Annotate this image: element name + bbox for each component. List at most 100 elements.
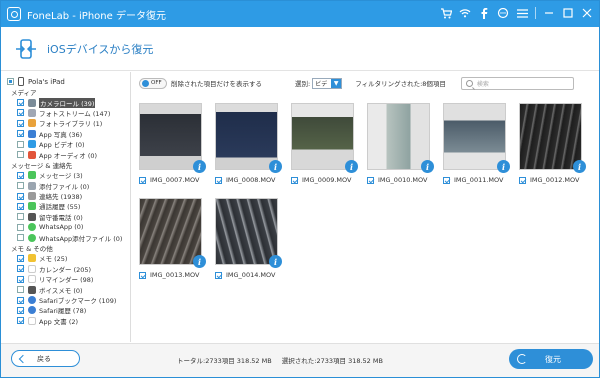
sidebar-item-label: フォトライブラリ (1) xyxy=(39,120,103,129)
sidebar-item-calendar[interactable]: カレンダー (205) xyxy=(1,264,130,274)
sidebar-item-camera-roll[interactable]: カメラロール (39) xyxy=(1,97,130,108)
sort-value: ビデ xyxy=(315,80,328,88)
info-icon[interactable]: i xyxy=(573,160,586,173)
file-checkbox[interactable] xyxy=(215,176,222,184)
sidebar-item-whatsapp[interactable]: WhatsApp (0) xyxy=(1,222,130,232)
search-input[interactable]: 検索 xyxy=(460,76,574,90)
item-checkbox[interactable] xyxy=(17,296,24,304)
video-thumbnail[interactable] xyxy=(139,198,202,265)
sidebar-item-app-audio[interactable]: App オーディオ (0) xyxy=(1,149,130,160)
group-notes-other[interactable]: メモ & その他 xyxy=(1,243,130,253)
info-icon[interactable]: i xyxy=(193,255,206,268)
video-thumbnail[interactable] xyxy=(215,103,278,170)
file-checkbox[interactable] xyxy=(367,176,374,184)
video-thumbnail[interactable] xyxy=(215,198,278,265)
info-icon[interactable]: i xyxy=(345,160,358,173)
item-checkbox[interactable] xyxy=(17,317,24,325)
sidebar-item-reminders[interactable]: リマインダー (98) xyxy=(1,274,130,284)
file-checkbox[interactable] xyxy=(519,176,526,184)
sidebar-item-call-history[interactable]: 通話履歴 (55) xyxy=(1,201,130,211)
sidebar-item-notes[interactable]: メモ (25) xyxy=(1,253,130,263)
file-checkbox[interactable] xyxy=(215,271,222,279)
sidebar-item-safari-bookmarks[interactable]: Safariブックマーク (109) xyxy=(1,295,130,305)
file-tile[interactable]: i IMG_0014.MOV xyxy=(212,195,284,283)
item-checkbox[interactable] xyxy=(17,140,24,148)
wifi-icon[interactable] xyxy=(459,6,471,20)
file-checkbox[interactable] xyxy=(443,176,450,184)
chat-icon[interactable] xyxy=(497,6,509,20)
restore-button[interactable]: 復元 xyxy=(509,349,593,369)
file-tile[interactable]: i IMG_0013.MOV xyxy=(136,195,208,283)
file-checkbox[interactable] xyxy=(139,176,146,184)
sidebar-item-app-video[interactable]: App ビデオ (0) xyxy=(1,139,130,149)
sidebar-item-photo-library[interactable]: フォトライブラリ (1) xyxy=(1,118,130,128)
item-checkbox[interactable] xyxy=(17,254,24,262)
device-row[interactable]: Pola's iPad xyxy=(1,76,130,87)
notes-icon xyxy=(28,254,36,263)
info-icon[interactable]: i xyxy=(193,160,206,173)
facebook-icon[interactable] xyxy=(478,6,490,20)
file-checkbox[interactable] xyxy=(291,176,298,184)
item-checkbox[interactable] xyxy=(17,265,24,273)
sidebar-item-voice-memos[interactable]: ボイスメモ (0) xyxy=(1,284,130,295)
cart-icon[interactable] xyxy=(440,6,452,20)
file-tile[interactable]: i IMG_0007.MOV xyxy=(136,100,208,188)
video-thumbnail[interactable] xyxy=(443,103,506,170)
info-icon[interactable]: i xyxy=(269,255,282,268)
video-thumbnail[interactable] xyxy=(519,103,582,170)
item-checkbox[interactable] xyxy=(17,192,24,200)
sidebar-item-messages[interactable]: メッセージ (3) xyxy=(1,170,130,180)
file-tile[interactable]: i IMG_0010.MOV xyxy=(364,100,436,188)
item-checkbox[interactable] xyxy=(17,99,24,107)
item-checkbox[interactable] xyxy=(17,234,24,242)
info-icon[interactable]: i xyxy=(497,160,510,173)
menu-icon[interactable] xyxy=(516,6,528,20)
item-checkbox[interactable] xyxy=(17,119,24,127)
item-checkbox[interactable] xyxy=(17,171,24,179)
sidebar-item-label: App 文書 (2) xyxy=(39,317,79,326)
item-checkbox[interactable] xyxy=(17,213,24,221)
item-checkbox[interactable] xyxy=(17,306,24,314)
file-tile[interactable]: i IMG_0011.MOV xyxy=(440,100,512,188)
file-tile[interactable]: i IMG_0009.MOV xyxy=(288,100,360,188)
call-history-icon xyxy=(28,202,36,211)
item-checkbox[interactable] xyxy=(17,109,24,117)
item-checkbox[interactable] xyxy=(17,151,24,159)
sidebar-item-label: カメラロール (39) xyxy=(39,97,96,108)
sidebar-item-label: メモ (25) xyxy=(39,255,68,264)
sidebar-item-safari-history[interactable]: Safari履歴 (78) xyxy=(1,305,130,315)
back-button[interactable]: 戻る xyxy=(11,350,80,367)
item-checkbox[interactable] xyxy=(17,130,24,138)
group-messages-contacts[interactable]: メッセージ & 連絡先 xyxy=(1,160,130,170)
close-icon[interactable] xyxy=(581,6,593,20)
sidebar-item-attachments[interactable]: 添付ファイル (0) xyxy=(1,181,130,191)
sidebar-item-whatsapp-attachments[interactable]: WhatsApp添付ファイル (0) xyxy=(1,232,130,243)
item-checkbox[interactable] xyxy=(17,275,24,283)
group-media[interactable]: メディア xyxy=(1,87,130,97)
sidebar-item-voicemail[interactable]: 留守番電話 (0) xyxy=(1,212,130,222)
item-checkbox[interactable] xyxy=(17,202,24,210)
video-thumbnail[interactable] xyxy=(139,103,202,170)
sidebar-item-contacts[interactable]: 連絡先 (1938) xyxy=(1,191,130,201)
video-thumbnail[interactable] xyxy=(291,103,354,170)
info-icon[interactable]: i xyxy=(269,160,282,173)
sidebar-item-photo-stream[interactable]: フォトストリーム (147) xyxy=(1,108,130,118)
item-checkbox[interactable] xyxy=(17,182,24,190)
video-thumbnail[interactable] xyxy=(367,103,430,170)
minimize-icon[interactable] xyxy=(543,6,555,20)
info-icon[interactable]: i xyxy=(421,160,434,173)
item-checkbox[interactable] xyxy=(17,223,24,231)
contacts-icon xyxy=(28,192,36,201)
sort-select[interactable]: ビデ ▼ xyxy=(312,77,343,89)
deleted-only-toggle[interactable]: OFF xyxy=(139,77,167,89)
maximize-icon[interactable] xyxy=(562,6,574,20)
sidebar-item-app-photos[interactable]: App 写真 (36) xyxy=(1,129,130,139)
app-title: FoneLab - iPhone データ復元 xyxy=(27,10,166,22)
file-checkbox[interactable] xyxy=(139,271,146,279)
file-tile[interactable]: i IMG_0012.MOV xyxy=(516,100,588,188)
device-checkbox[interactable] xyxy=(7,78,14,85)
file-tile[interactable]: i IMG_0008.MOV xyxy=(212,100,284,188)
item-checkbox[interactable] xyxy=(17,286,24,294)
sidebar-item-app-documents[interactable]: App 文書 (2) xyxy=(1,316,130,326)
footer-bar: 戻る トータル:2733項目 318.52 MB 選択された:2733項目 31… xyxy=(1,343,599,377)
